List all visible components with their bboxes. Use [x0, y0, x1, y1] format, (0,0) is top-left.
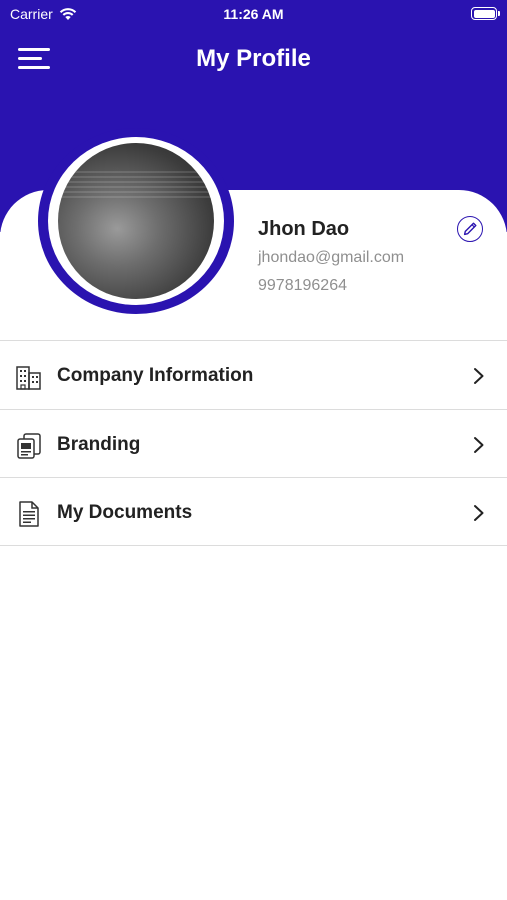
status-bar: Carrier 11:26 AM: [0, 0, 507, 28]
page-title: My Profile: [196, 45, 311, 72]
copy-cards-icon: [15, 432, 43, 460]
nav-bar: My Profile: [0, 36, 507, 84]
user-email: jhondao@gmail.com: [258, 249, 405, 266]
menu-item-branding[interactable]: Branding: [0, 408, 507, 478]
user-name: Jhon Dao: [258, 218, 350, 240]
menu-item-label: Company Information: [57, 365, 254, 386]
menu-item-company-information[interactable]: Company Information: [0, 340, 507, 409]
battery-full-icon: [471, 7, 500, 20]
document-icon: [15, 500, 43, 528]
profile-menu-list: Company Information Branding My Document…: [0, 340, 507, 546]
building-icon: [15, 363, 43, 391]
menu-item-label: My Documents: [57, 502, 193, 523]
chevron-right-icon: [473, 436, 485, 454]
pencil-icon: [463, 222, 477, 236]
avatar[interactable]: [58, 143, 214, 299]
menu-item-my-documents[interactable]: My Documents: [0, 477, 507, 546]
avatar-ring: [38, 128, 234, 314]
user-phone: 9978196264: [258, 277, 347, 294]
menu-item-label: Branding: [57, 433, 141, 455]
status-time: 11:26 AM: [223, 6, 284, 22]
edit-profile-button[interactable]: [457, 216, 483, 242]
chevron-right-icon: [473, 504, 485, 522]
chevron-right-icon: [473, 367, 485, 385]
